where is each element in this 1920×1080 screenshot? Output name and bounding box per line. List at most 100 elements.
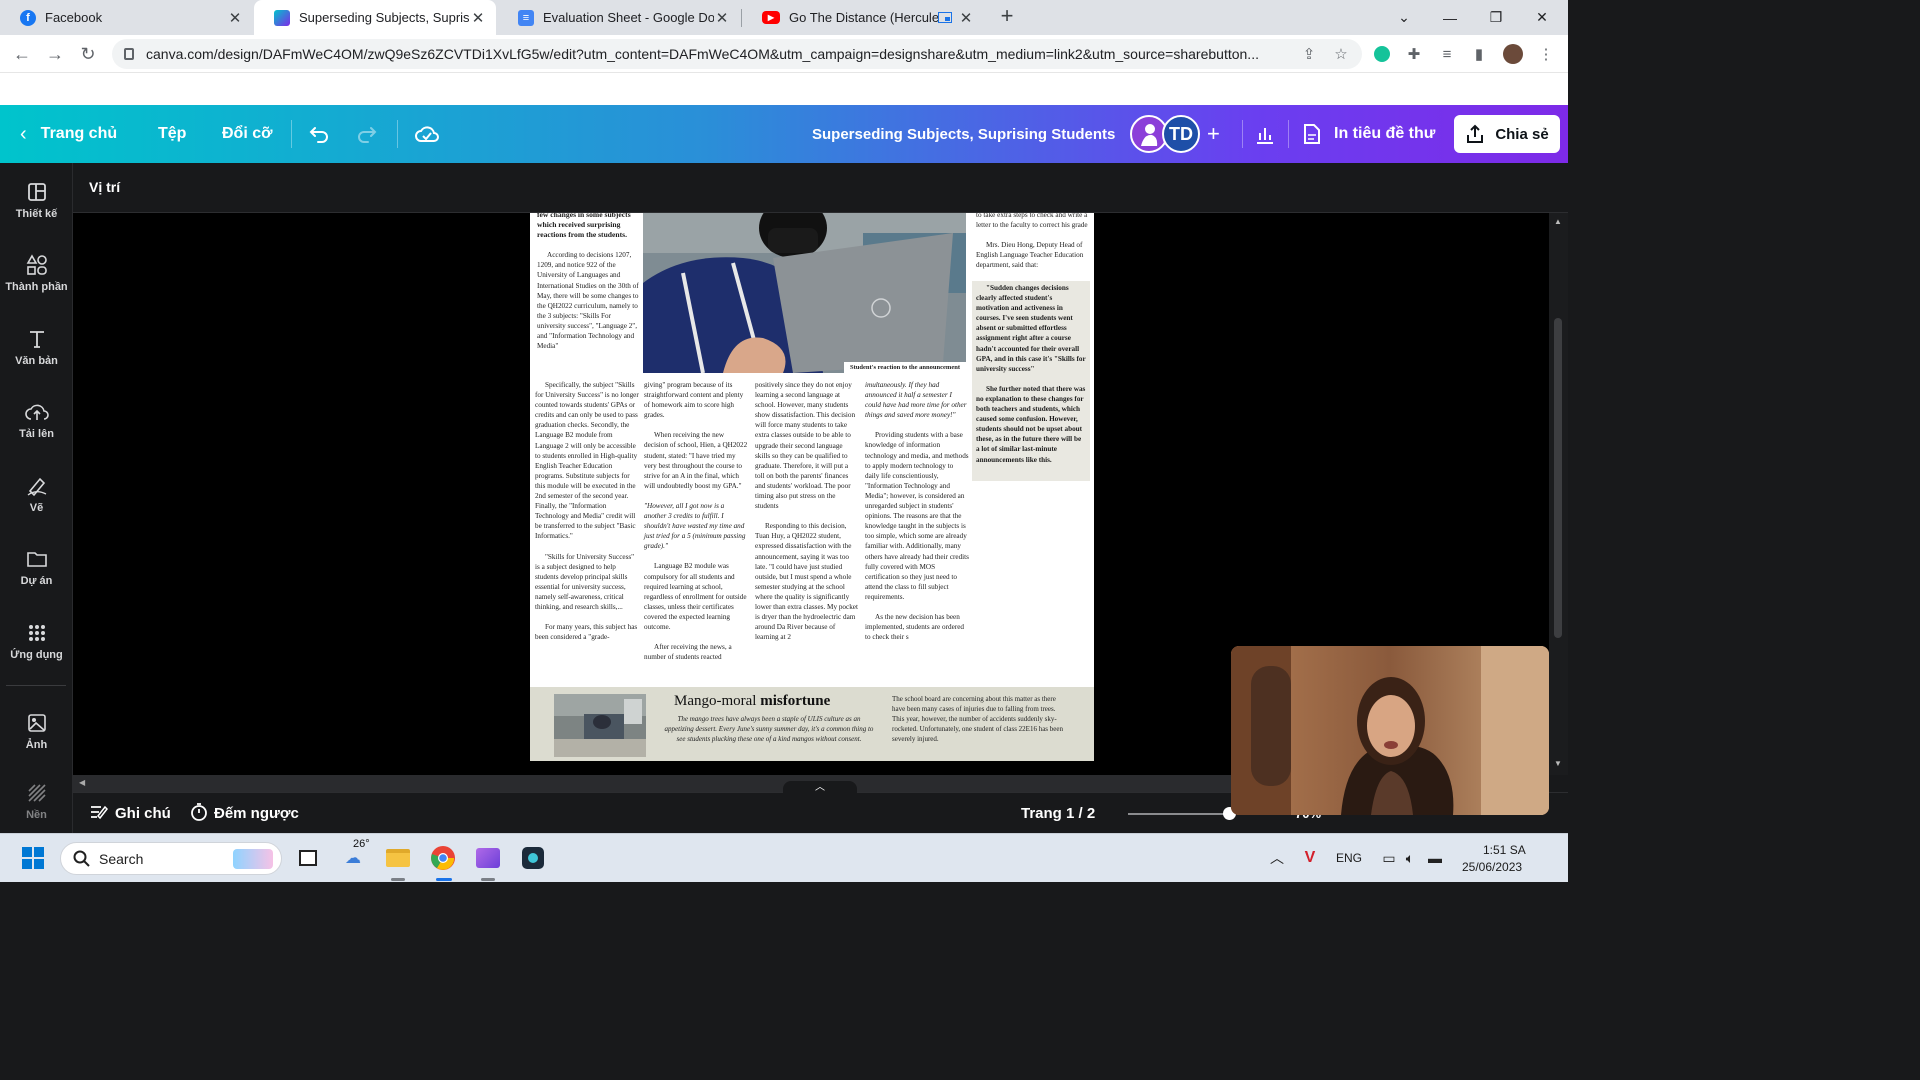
clock-date[interactable]: 25/06/2023 xyxy=(1462,860,1522,874)
share-button[interactable]: Chia sẻ xyxy=(1454,115,1560,153)
scroll-up-icon[interactable]: ▲ xyxy=(1554,217,1562,226)
battery-icon[interactable]: ▬ xyxy=(1420,843,1450,873)
tab-youtube[interactable]: ▶ Go The Distance (Hercules) ( ✕ xyxy=(742,0,984,35)
article-quote: "However, all I got now is a another 3 c… xyxy=(644,501,746,551)
video-editor-icon[interactable] xyxy=(473,843,503,873)
sidebar-item-apps[interactable]: Ứng dụng xyxy=(0,609,73,673)
sidebar-item-draw[interactable]: Vẽ xyxy=(0,462,73,526)
redo-button[interactable] xyxy=(355,105,379,163)
sidebar-item-elements[interactable]: Thành phần xyxy=(0,241,73,305)
photo-icon xyxy=(25,711,49,735)
position-button[interactable]: Vị trí xyxy=(89,179,120,195)
tab-title: Evaluation Sheet - Google Docs xyxy=(543,10,714,25)
windows-start-icon[interactable] xyxy=(18,843,48,873)
sidebar-item-label: Ảnh xyxy=(25,739,48,751)
url-text: canva.com/design/DAFmWeC4OM/zwQ9eSz6ZCVT… xyxy=(146,46,1259,62)
sidebar-item-background[interactable]: Nền xyxy=(0,769,73,833)
insights-button[interactable] xyxy=(1254,105,1276,163)
zoom-slider[interactable] xyxy=(1128,813,1228,815)
window-close-icon[interactable]: ✕ xyxy=(1519,0,1565,35)
sidebar-item-photos[interactable]: Ảnh xyxy=(0,699,73,763)
share-page-icon[interactable]: ⇪ xyxy=(1298,43,1320,65)
close-icon[interactable]: ✕ xyxy=(714,9,730,27)
article-column-4[interactable]: imultaneously. If they had announced it … xyxy=(865,380,969,652)
page-indicator[interactable]: Trang 1 / 2 xyxy=(1021,793,1095,834)
resize-button[interactable]: Đổi cỡ xyxy=(222,105,273,163)
new-tab-button[interactable]: + xyxy=(995,5,1019,29)
weather-widget[interactable]: ☁ 26° xyxy=(338,838,370,873)
design-title[interactable]: Superseding Subjects, Suprising Students xyxy=(812,105,1115,163)
timer-button[interactable]: Đếm ngược xyxy=(190,793,299,834)
scrollbar-thumb[interactable] xyxy=(1554,318,1562,638)
chevron-up-icon: ︿ xyxy=(815,782,825,793)
maximize-icon[interactable]: ❐ xyxy=(1473,0,1519,35)
article-column-1[interactable]: few changes in some subjects which recei… xyxy=(537,213,639,361)
sidebar-item-label: Ứng dụng xyxy=(10,649,63,661)
tab-facebook[interactable]: f Facebook ✕ xyxy=(0,0,253,35)
sidebar-item-projects[interactable]: Dự án xyxy=(0,535,73,599)
address-bar[interactable]: canva.com/design/DAFmWeC4OM/zwQ9eSz6ZCVT… xyxy=(112,39,1362,69)
close-icon[interactable]: ✕ xyxy=(227,9,243,27)
close-icon[interactable]: ✕ xyxy=(958,9,974,27)
mango-title-bold: misfortune xyxy=(760,693,831,709)
home-button[interactable]: ‹ Trang chủ xyxy=(20,105,117,163)
scroll-left-icon[interactable]: ◀ xyxy=(79,778,85,787)
media-control-icon[interactable]: ≡ xyxy=(1436,43,1458,65)
notes-button[interactable]: Ghi chú xyxy=(89,793,171,834)
profile-avatar[interactable] xyxy=(1502,43,1524,65)
user-avatar[interactable]: TD xyxy=(1162,115,1200,153)
close-icon[interactable]: ✕ xyxy=(470,9,486,27)
sidebar-item-uploads[interactable]: Tải lên xyxy=(0,388,73,452)
antivirus-tray-icon[interactable]: V xyxy=(1295,843,1325,873)
print-button[interactable]: In tiêu đề thư xyxy=(1302,105,1435,163)
task-view-icon[interactable] xyxy=(293,843,323,873)
cloud-check-icon xyxy=(415,126,439,142)
cloud-save-button[interactable] xyxy=(414,105,440,163)
forward-icon[interactable]: → xyxy=(42,41,68,67)
minimize-icon[interactable]: — xyxy=(1427,0,1473,35)
chrome-icon[interactable] xyxy=(428,843,458,873)
canvas-vertical-scrollbar[interactable]: ▲ ▼ xyxy=(1549,213,1568,775)
bookmark-star-icon[interactable]: ☆ xyxy=(1330,43,1352,65)
search-highlight-icon xyxy=(233,848,273,869)
tab-google-docs[interactable]: ≡ Evaluation Sheet - Google Docs ✕ xyxy=(498,0,740,35)
docs-icon: ≡ xyxy=(518,9,534,26)
file-explorer-icon[interactable] xyxy=(383,843,413,873)
camera-app-icon[interactable] xyxy=(518,843,548,873)
canva-icon xyxy=(274,9,290,26)
canva-header: ‹ Trang chủ Tệp Đổi cỡ Superseding Subje… xyxy=(0,105,1568,163)
article-column-3[interactable]: positively since they do not enjoy learn… xyxy=(755,380,859,652)
scroll-down-icon[interactable]: ▼ xyxy=(1554,759,1562,768)
design-page[interactable]: few changes in some subjects which recei… xyxy=(530,213,1094,761)
back-icon[interactable]: ← xyxy=(9,41,35,67)
article-column-1-lower[interactable]: Specifically, the subject "Skills for Un… xyxy=(535,380,639,652)
sidebar-item-design[interactable]: Thiết kế xyxy=(0,168,73,232)
clock-time[interactable]: 1:51 SA xyxy=(1483,843,1526,857)
video-overlay[interactable] xyxy=(1231,646,1549,815)
input-language[interactable]: ENG xyxy=(1336,851,1362,865)
add-collaborator-button[interactable]: + xyxy=(1207,105,1220,163)
article-photo[interactable]: Student's reaction to the announcement xyxy=(643,213,966,373)
extensions-icon[interactable]: ✚ xyxy=(1403,43,1425,65)
tab-canva[interactable]: Superseding Subjects, Suprising S ✕ xyxy=(254,0,496,35)
search-icon xyxy=(73,850,90,867)
article-column-2[interactable]: giving" program because of its straightf… xyxy=(644,380,748,672)
sidebar-divider xyxy=(6,685,66,686)
side-panel-icon[interactable]: ▮ xyxy=(1468,43,1490,65)
weather-temp: 26° xyxy=(353,838,370,850)
more-menu-icon[interactable]: ⋮ xyxy=(1535,43,1557,65)
grammarly-icon[interactable] xyxy=(1371,43,1393,65)
tab-search-icon[interactable]: ⌄ xyxy=(1381,0,1427,35)
pull-quote-box[interactable]: "Sudden changes decisions clearly affect… xyxy=(972,281,1090,481)
article-paragraph: After receiving the news, a number of st… xyxy=(644,643,732,662)
reload-icon[interactable]: ↻ xyxy=(75,41,101,67)
sidebar-item-text[interactable]: Văn bản xyxy=(0,315,73,379)
mango-story-band[interactable]: Mango-moral misfortune The mango trees h… xyxy=(530,687,1094,761)
article-column-5[interactable]: to take extra steps to check and write a… xyxy=(976,213,1088,280)
app-active-indicator xyxy=(436,878,452,881)
undo-button[interactable] xyxy=(307,105,331,163)
file-menu-button[interactable]: Tệp xyxy=(158,105,186,163)
pages-toggle-button[interactable]: ︿ xyxy=(783,781,857,795)
taskbar-search[interactable]: Search xyxy=(60,842,282,875)
tray-expand-icon[interactable]: ︿ xyxy=(1262,843,1292,873)
